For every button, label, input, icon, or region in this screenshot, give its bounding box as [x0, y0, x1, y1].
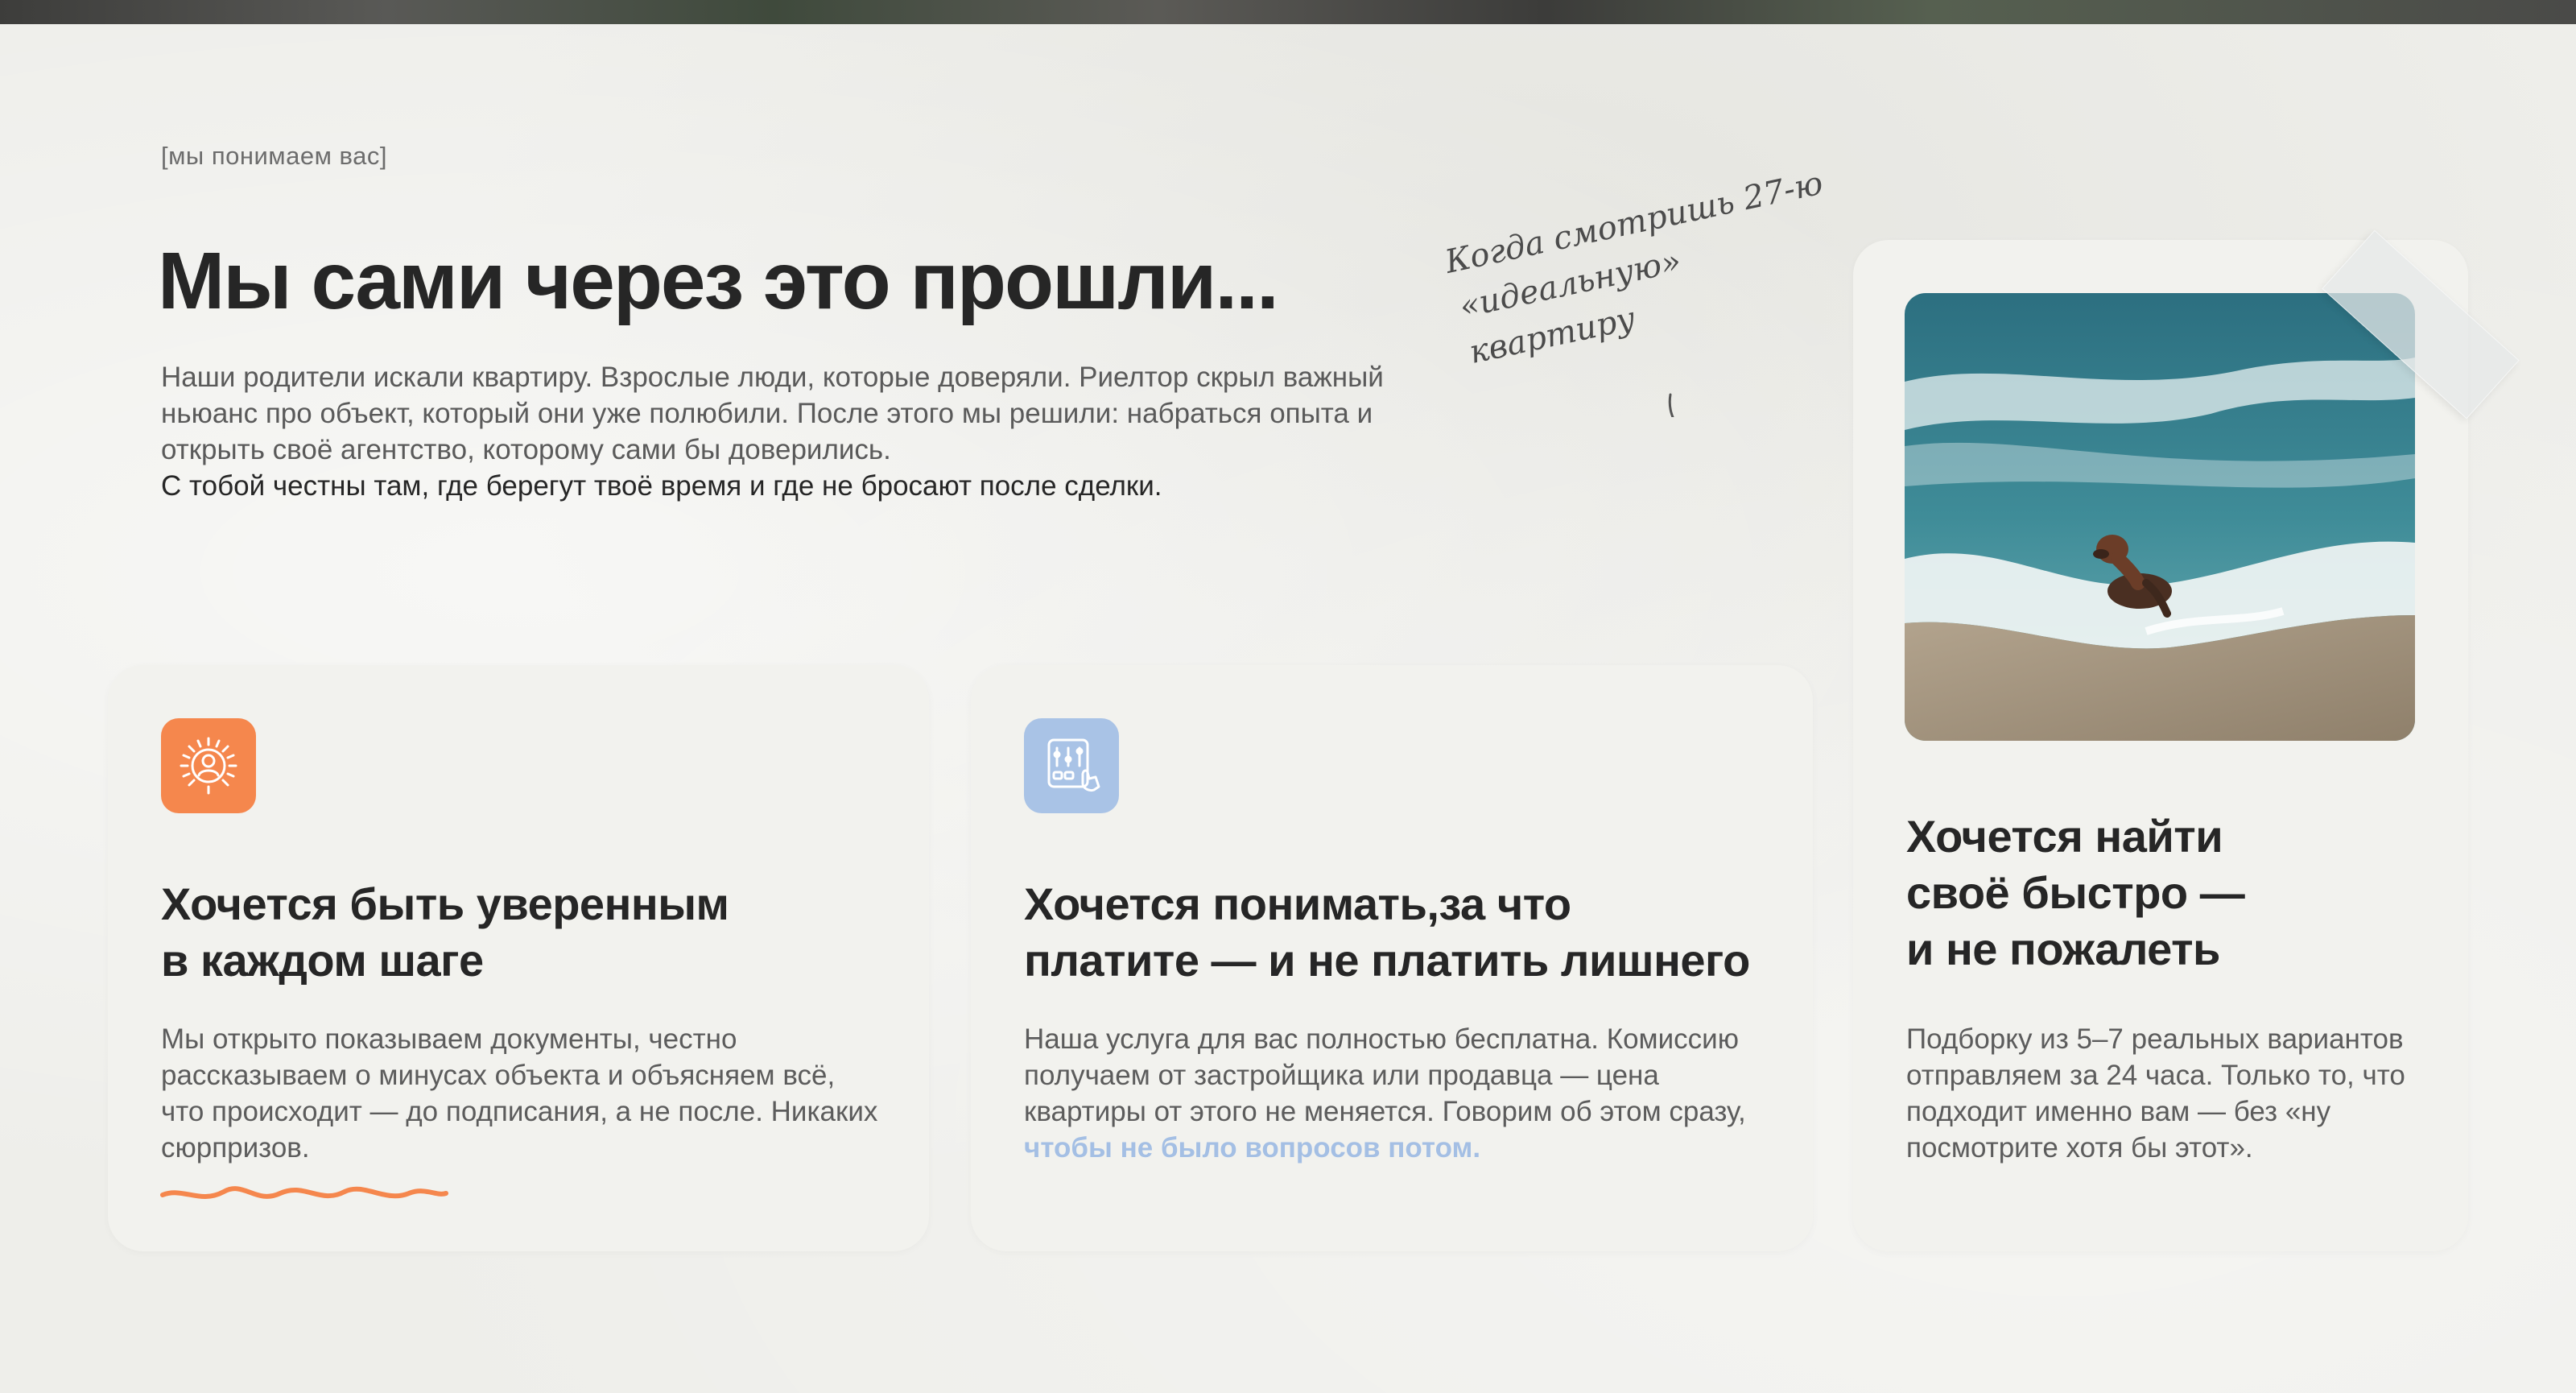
- card-title-line: платите — и не платить лишнего: [1024, 935, 1750, 986]
- benefit-card-confidence: Хочется быть уверенным в каждом шаге Мы …: [108, 665, 929, 1251]
- card-text: Подборку из 5–7 реальных вариантов отпра…: [1906, 1023, 2405, 1164]
- intro-strong-text: С тобой честны там, где берегут твоё вре…: [161, 470, 1162, 502]
- card-title-line: Хочется найти: [1906, 811, 2223, 862]
- intro-text: Наши родители искали квартиру. Взрослые …: [161, 362, 1384, 465]
- card-title-line: в каждом шаге: [161, 935, 484, 986]
- section-title: Мы сами через это прошли...: [158, 236, 1279, 326]
- card-text: Наша услуга для вас полностью бесплатна.…: [1024, 1021, 1748, 1166]
- card-title-line: Хочется понимать,за что: [1024, 878, 1571, 929]
- calculator-hand-icon: [1024, 718, 1119, 813]
- card-title: Хочется найти своё быстро — и не пожалет…: [1906, 808, 2245, 978]
- card-title: Хочется быть уверенным в каждом шаге: [161, 876, 729, 989]
- squiggle-underline: [160, 1186, 448, 1200]
- card-title-line: Хочется быть уверенным: [161, 878, 729, 929]
- photo-frame: [1905, 229, 2520, 741]
- card-title-line: своё быстро —: [1906, 867, 2245, 918]
- handwritten-note: Когда смотришь 27-ю «идеальную» квартиру: [1441, 164, 1843, 417]
- card-title-line: и не пожалеть: [1906, 924, 2220, 974]
- benefit-card-speed: Хочется найти своё быстро — и не пожалет…: [1853, 229, 2520, 1251]
- section-intro: Наши родители искали квартиру. Взрослые …: [161, 359, 1385, 504]
- section-kicker: [мы понимаем вас]: [161, 142, 387, 170]
- card-title: Хочется понимать,за что платите — и не п…: [1024, 876, 1750, 989]
- card-text-accent: чтобы не было вопросов потом.: [1024, 1132, 1481, 1164]
- person-sun-icon: [161, 718, 256, 813]
- benefit-card-pricing: Хочется понимать,за что платите — и не п…: [971, 665, 1813, 1251]
- dog-in-sea-waves-photo: [1905, 293, 2415, 741]
- arrow-icon: [1668, 393, 1674, 417]
- card-text: Мы открыто показываем документы, честно …: [161, 1023, 878, 1164]
- top-photo-strip: [0, 0, 2576, 24]
- card-text-body: Наша услуга для вас полностью бесплатна.…: [1024, 1023, 1746, 1127]
